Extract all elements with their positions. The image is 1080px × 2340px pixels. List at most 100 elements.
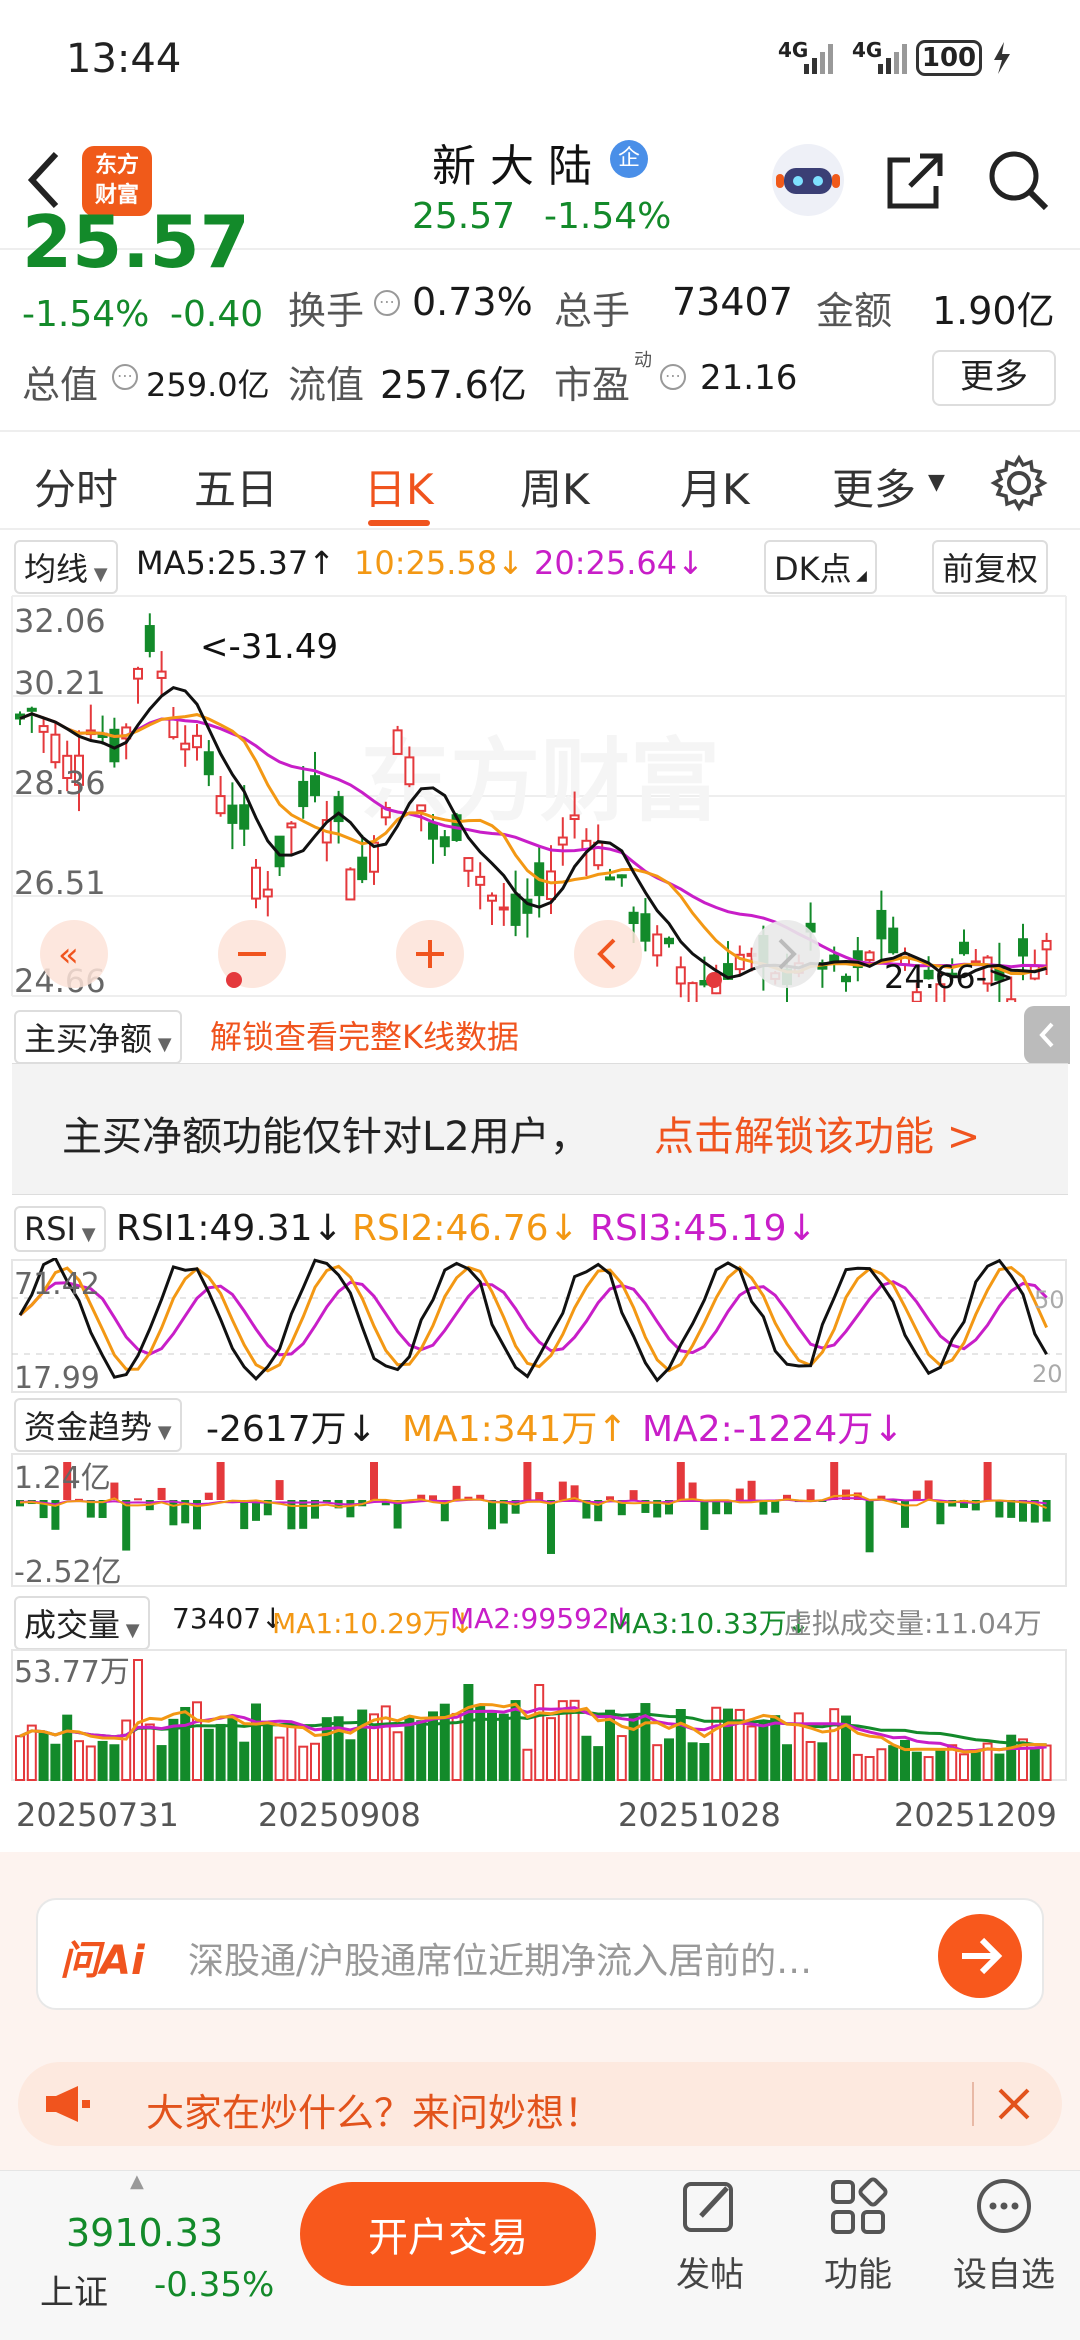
capital-bar [157, 1487, 166, 1500]
step-left-button[interactable] [574, 920, 642, 988]
search-icon[interactable] [984, 146, 1054, 216]
capital-bar [299, 1500, 308, 1529]
event-dot[interactable] [226, 972, 242, 988]
ma-selector[interactable]: 均线 ▼ [14, 540, 118, 594]
capital-ma2: MA2:-1224万↓ [642, 1409, 904, 1450]
chevron-left-icon [1039, 1022, 1054, 1048]
step-right-button[interactable] [752, 920, 820, 988]
tab-wuri[interactable]: 五日 [194, 456, 278, 517]
caret-down-icon: ▼ [928, 470, 945, 495]
capital-bar [452, 1485, 461, 1500]
volume-bar [463, 1684, 474, 1781]
candle-body [487, 894, 497, 902]
ask-ai-bar[interactable]: 问Ai 深股通/沪股通席位近期净流入居前的… [36, 1898, 1044, 2010]
candle-body [510, 893, 521, 926]
functions-button[interactable]: 功能 [798, 2176, 918, 2296]
tab-fenshi[interactable]: 分时 [34, 456, 118, 517]
volume-bar [817, 1742, 828, 1781]
app-logo-line2: 财富 [94, 183, 139, 208]
side-collapse-button[interactable] [1024, 1006, 1070, 1064]
capital-bar [912, 1490, 921, 1500]
capital-ytop: 1.24亿 [14, 1461, 111, 1496]
kline-chart[interactable]: 东方财富 <-31.49 24.66-> 32.06 30.21 28.36 2… [0, 592, 1080, 1002]
event-dot[interactable] [706, 972, 722, 988]
post-label: 发帖 [676, 2255, 744, 2295]
signal-strength-icon [804, 44, 833, 74]
dk-point-button[interactable]: DK点 ◢ [764, 540, 877, 594]
open-account-trade-button[interactable]: 开户交易 [300, 2182, 596, 2286]
volume-bar [852, 1753, 863, 1781]
info-icon[interactable]: ⋯ [660, 364, 686, 390]
unlock-kline-link[interactable]: 解锁查看完整K线数据 [210, 1012, 519, 1058]
header-price: 25.57 [412, 196, 516, 237]
capital-bar [169, 1500, 178, 1526]
volume-bar [1029, 1748, 1040, 1781]
capital-bar [830, 1462, 839, 1500]
tab-more[interactable]: 更多 [832, 456, 916, 517]
ma20-value: 20:25.64↓ [534, 544, 704, 582]
candle-body [251, 866, 261, 900]
adjust-button[interactable]: 前复权 [932, 540, 1049, 594]
capital-bar [735, 1488, 744, 1500]
edit-post-icon [683, 2182, 733, 2232]
hot-topics-text: 大家在炒什么？来问妙想！ [146, 2091, 603, 2135]
rsi-upper-label: 50 [1034, 1286, 1065, 1314]
unlock-cta[interactable]: 点击解锁该功能 > [654, 1104, 980, 1162]
settings-gear-icon[interactable] [990, 454, 1048, 512]
status-bar: 13:44 4G 4G 100 [0, 0, 1080, 120]
mainbuy-selector[interactable]: 主买净额 ▼ [14, 1010, 182, 1064]
app-logo-line1: 东方 [94, 153, 139, 178]
volume-bars [15, 1659, 1052, 1782]
candle-body [864, 951, 875, 961]
volume-bar [1041, 1744, 1052, 1781]
candle-body [1006, 998, 1017, 1002]
volume-bar [652, 1744, 663, 1781]
more-button[interactable]: 更多 [932, 350, 1056, 406]
watchlist-label: 设自选 [953, 2255, 1055, 2295]
add-watchlist-button[interactable]: 设自选 [944, 2176, 1064, 2296]
tab-yuek[interactable]: 月K [680, 456, 750, 517]
capital-bar [983, 1462, 992, 1500]
candle-body [345, 868, 356, 901]
volume-bar [534, 1684, 545, 1781]
ask-ai-input[interactable]: 深股通/沪股通席位近期净流入居前的… [188, 1932, 908, 1984]
volume-bar [959, 1753, 969, 1781]
capital-selector-label: 资金趋势 [24, 1408, 153, 1446]
candle-body [133, 667, 143, 680]
rsi-selector[interactable]: RSI ▼ [14, 1206, 106, 1252]
capital-selector[interactable]: 资金趋势 ▼ [14, 1398, 182, 1452]
post-button[interactable]: 发帖 [650, 2176, 770, 2296]
tab-rik[interactable]: 日K [364, 456, 434, 517]
index-value[interactable]: 3910.33 [66, 2211, 223, 2255]
minus-icon [238, 952, 266, 956]
candle-body [416, 804, 427, 812]
caret-up-icon[interactable]: ▲ [130, 2171, 144, 2192]
assistant-robot-icon[interactable] [768, 140, 848, 220]
volume-selector[interactable]: 成交量 ▼ [14, 1596, 150, 1650]
index-change: -0.35% [154, 2265, 275, 2305]
back-arrow-icon[interactable] [22, 148, 66, 212]
candle-body [227, 804, 238, 824]
candle-body [675, 966, 686, 985]
functions-label: 功能 [824, 2255, 892, 2295]
ma5-value: MA5:25.37↑ [136, 544, 336, 582]
capital-chart: 1.24亿 -2.52亿 [11, 1453, 1067, 1588]
volume-bar [239, 1741, 250, 1781]
capital-bar [924, 1480, 933, 1500]
candle-body [475, 875, 486, 886]
app-logo: 东方 财富 [82, 146, 152, 216]
info-icon[interactable]: ⋯ [374, 290, 400, 316]
float-value: 257.6亿 [380, 363, 527, 407]
tab-zhouk[interactable]: 周K [520, 456, 590, 517]
float-label: 流值 [288, 363, 365, 407]
hot-topics-banner[interactable]: 大家在炒什么？来问妙想！ [18, 2062, 1062, 2146]
ask-submit-button[interactable] [938, 1914, 1022, 1998]
share-icon[interactable] [880, 146, 950, 216]
capital-bar [700, 1500, 709, 1530]
capital-bar [488, 1500, 496, 1530]
info-icon[interactable]: ⋯ [112, 364, 138, 390]
close-icon[interactable] [994, 2084, 1034, 2124]
volume-bar [487, 1712, 497, 1781]
volume-bar [50, 1743, 61, 1781]
volume-bar [180, 1706, 191, 1781]
